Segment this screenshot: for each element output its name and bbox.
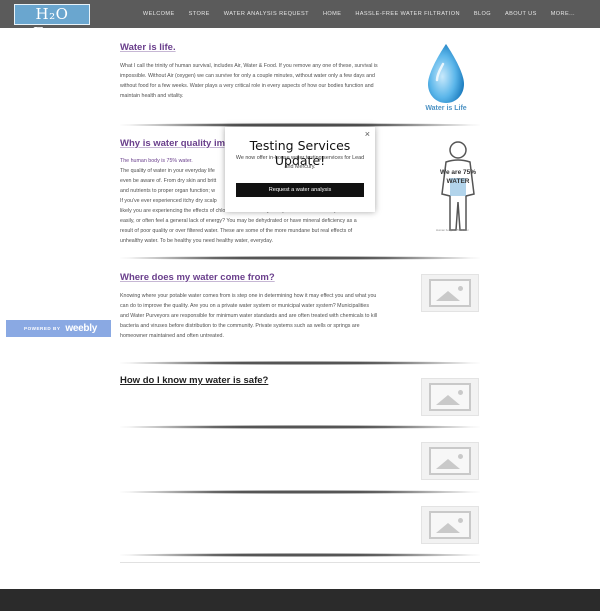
section-paragraph: Knowing where your potable water comes f… bbox=[120, 293, 378, 339]
image-placeholder bbox=[421, 378, 479, 416]
image-placeholder-icon bbox=[429, 383, 471, 411]
section-paragraph-line: easily, or often feel a general lack of … bbox=[120, 218, 357, 224]
section-paragraph: What I call the trinity of human surviva… bbox=[120, 63, 378, 99]
request-water-analysis-button[interactable]: Request a water analysis bbox=[236, 183, 364, 197]
nav-link-hassle-free-water-filtration[interactable]: HASSLE-FREE WATER FILTRATION bbox=[348, 11, 467, 17]
powered-by-weebly-badge[interactable]: POWERED BY weebly bbox=[6, 320, 111, 337]
water-drop-icon bbox=[428, 44, 464, 103]
nav-link-home[interactable]: HOME bbox=[316, 11, 348, 17]
figure-text: We are 75% WATER bbox=[439, 169, 476, 185]
section-end-line bbox=[120, 562, 480, 563]
nav-link-about-us[interactable]: ABOUT US bbox=[498, 11, 544, 17]
page-footer bbox=[0, 589, 600, 611]
nav-link-store[interactable]: STORE bbox=[182, 11, 217, 17]
figure-caption: Human body is 75% water bbox=[436, 228, 469, 232]
nav-link-more[interactable]: MORE... bbox=[544, 11, 582, 17]
water-is-life-label: Water is Life bbox=[425, 105, 467, 112]
section-paragraph-line: result of poor quality or over filtered … bbox=[120, 228, 353, 234]
image-placeholder-icon bbox=[429, 279, 471, 307]
weebly-logo: weebly bbox=[65, 323, 97, 334]
water-drop-image: Water is Life bbox=[420, 42, 472, 116]
nav-link-welcome[interactable]: WELCOME bbox=[136, 11, 182, 17]
section-divider bbox=[120, 425, 480, 429]
image-placeholder-icon bbox=[429, 511, 471, 539]
section-paragraph-line: unhealthy water. To be healthy you need … bbox=[120, 238, 273, 244]
image-placeholder bbox=[421, 274, 479, 312]
section-divider bbox=[120, 553, 480, 557]
human-figure-icon bbox=[441, 141, 475, 231]
image-placeholder bbox=[421, 442, 479, 480]
section-divider bbox=[120, 256, 480, 260]
site-logo[interactable]: H₂O Easy bbox=[14, 4, 90, 42]
nav-link-blog[interactable]: BLOG bbox=[467, 11, 498, 17]
image-placeholder-icon bbox=[429, 447, 471, 475]
popup-message: We now offer in-house water testing serv… bbox=[235, 155, 365, 170]
body-water-figure: We are 75% WATER Human body is 75% water bbox=[432, 138, 484, 238]
powered-by-label: POWERED BY bbox=[24, 326, 61, 331]
image-placeholder bbox=[421, 506, 479, 544]
top-navigation-bar: H₂O Easy WELCOME STORE WATER ANALYSIS RE… bbox=[0, 0, 600, 42]
section-divider bbox=[120, 361, 480, 365]
nav-links: WELCOME STORE WATER ANALYSIS REQUEST HOM… bbox=[136, 0, 582, 28]
section-divider bbox=[120, 490, 480, 494]
testing-services-popup: × Testing Services Update! We now offer … bbox=[225, 127, 375, 212]
nav-link-water-analysis-request[interactable]: WATER ANALYSIS REQUEST bbox=[217, 11, 316, 17]
